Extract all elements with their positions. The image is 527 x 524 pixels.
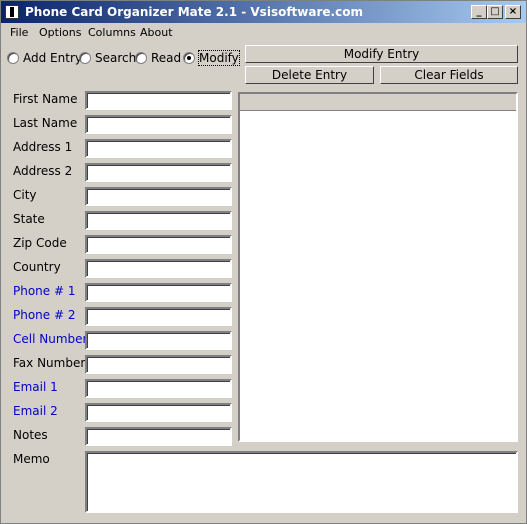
address1-label: Address 1 bbox=[13, 140, 73, 154]
email2-label: Email 2 bbox=[13, 404, 58, 418]
list-column-header[interactable] bbox=[240, 94, 516, 111]
radio-indicator bbox=[7, 52, 19, 64]
phone2-label: Phone # 2 bbox=[13, 308, 76, 322]
title-bar[interactable]: Phone Card Organizer Mate 2.1 - Vsisoftw… bbox=[1, 1, 526, 23]
menu-about[interactable]: About bbox=[140, 26, 173, 39]
radio-indicator bbox=[79, 52, 91, 64]
radio-label: Add Entry bbox=[23, 51, 82, 65]
country-label: Country bbox=[13, 260, 61, 274]
menu-bar: File Options Columns About bbox=[1, 23, 526, 43]
state-field[interactable] bbox=[85, 211, 232, 230]
maximize-button[interactable]: □ bbox=[487, 5, 503, 19]
last-name-label: Last Name bbox=[13, 116, 78, 130]
zip-code-label: Zip Code bbox=[13, 236, 67, 250]
country-field[interactable] bbox=[85, 259, 232, 278]
email1-label: Email 1 bbox=[13, 380, 58, 394]
memo-label: Memo bbox=[13, 452, 50, 466]
cell-number-field[interactable] bbox=[85, 331, 232, 350]
address1-field[interactable] bbox=[85, 139, 232, 158]
window-title: Phone Card Organizer Mate 2.1 - Vsisoftw… bbox=[25, 5, 363, 19]
first-name-field[interactable] bbox=[85, 91, 232, 110]
memo-field[interactable] bbox=[85, 451, 518, 513]
notes-label: Notes bbox=[13, 428, 48, 442]
zip-code-field[interactable] bbox=[85, 235, 232, 254]
email1-field[interactable] bbox=[85, 379, 232, 398]
menu-file[interactable]: File bbox=[10, 26, 28, 39]
phone2-field[interactable] bbox=[85, 307, 232, 326]
notes-field[interactable] bbox=[85, 427, 232, 446]
radio-indicator bbox=[135, 52, 147, 64]
close-button[interactable]: × bbox=[505, 5, 521, 19]
city-label: City bbox=[13, 188, 37, 202]
app-window: Phone Card Organizer Mate 2.1 - Vsisoftw… bbox=[0, 0, 527, 524]
minimize-button[interactable]: _ bbox=[471, 5, 487, 19]
radio-indicator bbox=[183, 52, 195, 64]
menu-columns[interactable]: Columns bbox=[88, 26, 136, 39]
radio-label: Read bbox=[151, 51, 182, 65]
cell-number-label: Cell Number bbox=[13, 332, 88, 346]
first-name-label: First Name bbox=[13, 92, 78, 106]
radio-label: Search bbox=[95, 51, 137, 65]
entries-list[interactable] bbox=[238, 92, 518, 442]
clear-fields-button[interactable]: Clear Fields bbox=[380, 66, 518, 84]
radio-label: Modify bbox=[198, 50, 240, 66]
address2-label: Address 2 bbox=[13, 164, 73, 178]
state-label: State bbox=[13, 212, 45, 226]
address2-field[interactable] bbox=[85, 163, 232, 182]
menu-options[interactable]: Options bbox=[39, 26, 81, 39]
delete-entry-button[interactable]: Delete Entry bbox=[245, 66, 374, 84]
fax-number-label: Fax Number bbox=[13, 356, 86, 370]
app-icon bbox=[5, 5, 19, 19]
modify-entry-button[interactable]: Modify Entry bbox=[245, 45, 518, 63]
city-field[interactable] bbox=[85, 187, 232, 206]
fax-number-field[interactable] bbox=[85, 355, 232, 374]
phone1-label: Phone # 1 bbox=[13, 284, 76, 298]
phone1-field[interactable] bbox=[85, 283, 232, 302]
email2-field[interactable] bbox=[85, 403, 232, 422]
last-name-field[interactable] bbox=[85, 115, 232, 134]
